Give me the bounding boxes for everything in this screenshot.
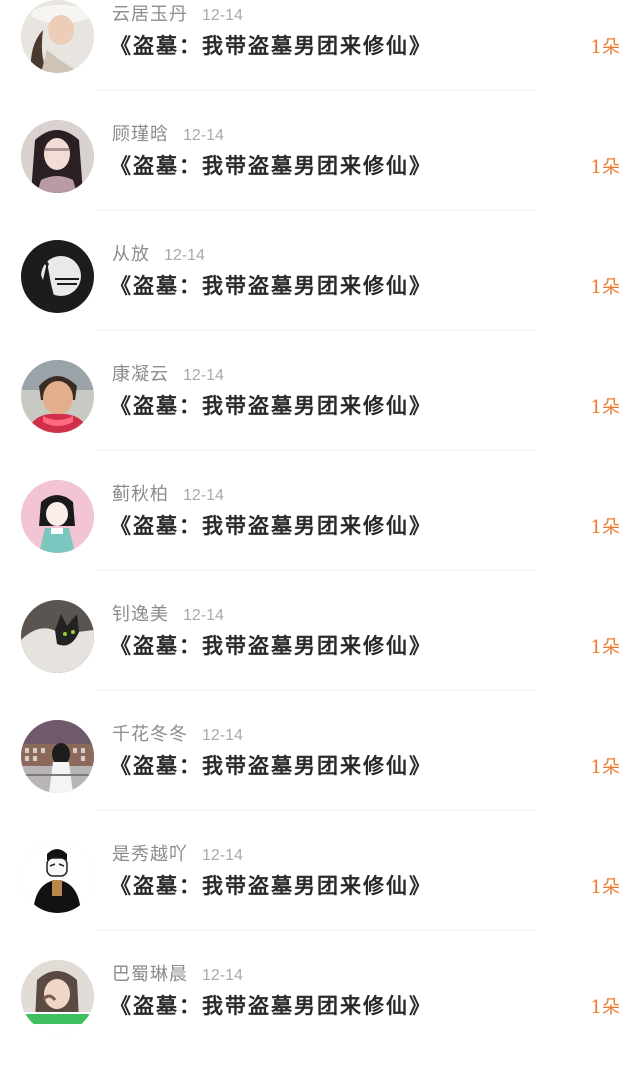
avatar[interactable] [21, 120, 94, 193]
username[interactable]: 云居玉丹 [112, 4, 188, 25]
timestamp: 12-14 [164, 247, 205, 264]
girl-banner-avatar [21, 960, 94, 1033]
item-meta: 顾瑾晗 12-14 [112, 122, 224, 148]
gift-record-list: 云居玉丹 12-14 《盗墓：我带盗墓男团来修仙》 1朵 顾瑾晗 12-14 《盗墓… [0, 0, 640, 1072]
item-meta: 从放 12-14 [112, 242, 205, 268]
list-item[interactable]: 钊逸美 12-14 《盗墓：我带盗墓男团来修仙》 1朵 [0, 592, 640, 712]
divider [96, 930, 536, 931]
list-item[interactable]: 顾瑾晗 12-14 《盗墓：我带盗墓男团来修仙》 1朵 [0, 112, 640, 232]
list-item[interactable]: 是秀越吖 12-14 《盗墓：我带盗墓男团来修仙》 1朵 [0, 832, 640, 952]
book-title[interactable]: 《盗墓：我带盗墓男团来修仙》 [110, 30, 432, 62]
gift-count: 1朵 [590, 397, 620, 418]
item-meta: 云居玉丹 12-14 [112, 2, 243, 28]
gift-count: 1朵 [590, 277, 620, 298]
username[interactable]: 钊逸美 [112, 604, 169, 625]
woman-red-scarf-avatar [21, 360, 94, 433]
divider [96, 210, 536, 211]
avatar[interactable] [21, 600, 94, 673]
divider [96, 570, 536, 571]
divider [96, 330, 536, 331]
gift-count: 1朵 [590, 517, 620, 538]
building-silhouette-avatar [21, 720, 94, 793]
book-title[interactable]: 《盗墓：我带盗墓男团来修仙》 [110, 630, 432, 662]
avatar[interactable] [21, 480, 94, 553]
list-item[interactable]: 康凝云 12-14 《盗墓：我带盗墓男团来修仙》 1朵 [0, 352, 640, 472]
gift-count: 1朵 [590, 877, 620, 898]
avatar[interactable] [21, 840, 94, 913]
avatar[interactable] [21, 0, 94, 73]
book-title[interactable]: 《盗墓：我带盗墓男团来修仙》 [110, 150, 432, 182]
book-title[interactable]: 《盗墓：我带盗墓男团来修仙》 [110, 870, 432, 902]
timestamp: 12-14 [183, 367, 224, 384]
divider [96, 450, 536, 451]
list-item[interactable]: 云居玉丹 12-14 《盗墓：我带盗墓男团来修仙》 1朵 [0, 0, 640, 112]
item-meta: 巴蜀琳晨 12-14 [112, 962, 243, 988]
username[interactable]: 从放 [112, 244, 150, 265]
username[interactable]: 巴蜀琳晨 [112, 964, 188, 985]
timestamp: 12-14 [202, 847, 243, 864]
divider [96, 90, 536, 91]
avatar[interactable] [21, 360, 94, 433]
timestamp: 12-14 [202, 967, 243, 984]
timestamp: 12-14 [183, 487, 224, 504]
gift-count: 1朵 [590, 37, 620, 58]
timestamp: 12-14 [202, 7, 243, 24]
username[interactable]: 顾瑾晗 [112, 124, 169, 145]
divider [96, 690, 536, 691]
gift-count: 1朵 [590, 997, 620, 1018]
book-title[interactable]: 《盗墓：我带盗墓男团来修仙》 [110, 270, 432, 302]
avatar[interactable] [21, 240, 94, 313]
item-meta: 康凝云 12-14 [112, 362, 224, 388]
item-meta: 千花冬冬 12-14 [112, 722, 243, 748]
woman-with-hat-avatar [21, 0, 94, 73]
item-meta: 是秀越吖 12-14 [112, 842, 243, 868]
timestamp: 12-14 [183, 127, 224, 144]
book-title[interactable]: 《盗墓：我带盗墓男团来修仙》 [110, 390, 432, 422]
halloween-logo-avatar [21, 240, 94, 313]
username[interactable]: 蓟秋柏 [112, 484, 169, 505]
masked-man-avatar [21, 840, 94, 913]
avatar[interactable] [21, 960, 94, 1033]
timestamp: 12-14 [183, 607, 224, 624]
list-item[interactable]: 蓟秋柏 12-14 《盗墓：我带盗墓男团来修仙》 1朵 [0, 472, 640, 592]
list-item[interactable]: 千花冬冬 12-14 《盗墓：我带盗墓男团来修仙》 1朵 [0, 712, 640, 832]
illustrated-girl-avatar [21, 480, 94, 553]
dark-haired-girl-avatar [21, 120, 94, 193]
username[interactable]: 千花冬冬 [112, 724, 188, 745]
item-meta: 蓟秋柏 12-14 [112, 482, 224, 508]
timestamp: 12-14 [202, 727, 243, 744]
gift-count: 1朵 [590, 757, 620, 778]
item-meta: 钊逸美 12-14 [112, 602, 224, 628]
list-item[interactable]: 巴蜀琳晨 12-14 《盗墓：我带盗墓男团来修仙》 1朵 [0, 952, 640, 1072]
list-item[interactable]: 从放 12-14 《盗墓：我带盗墓男团来修仙》 1朵 [0, 232, 640, 352]
book-title[interactable]: 《盗墓：我带盗墓男团来修仙》 [110, 510, 432, 542]
book-title[interactable]: 《盗墓：我带盗墓男团来修仙》 [110, 750, 432, 782]
book-title[interactable]: 《盗墓：我带盗墓男团来修仙》 [110, 990, 432, 1022]
username[interactable]: 是秀越吖 [112, 844, 188, 865]
gift-count: 1朵 [590, 637, 620, 658]
avatar[interactable] [21, 720, 94, 793]
username[interactable]: 康凝云 [112, 364, 169, 385]
divider [96, 810, 536, 811]
gift-count: 1朵 [590, 157, 620, 178]
cat-avatar [21, 600, 94, 673]
